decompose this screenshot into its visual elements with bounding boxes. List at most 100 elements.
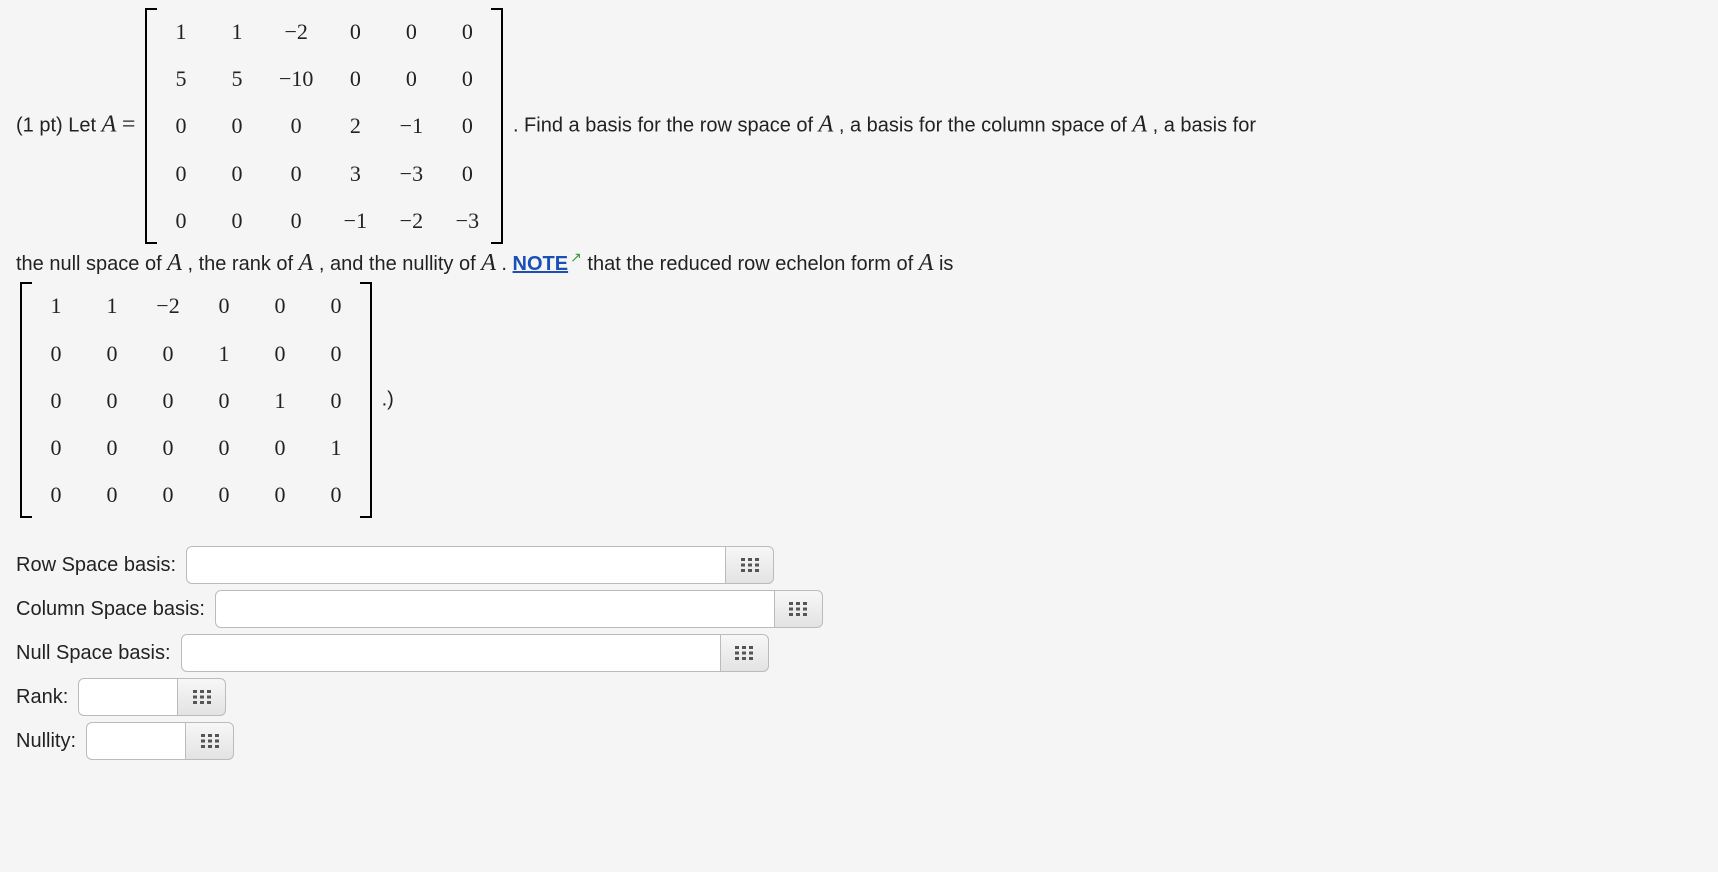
- col-space-keypad-button[interactable]: [775, 590, 823, 628]
- note-link-text: NOTE: [513, 253, 569, 275]
- matrix-cell: 0: [28, 471, 84, 518]
- matrix-cell: 1: [28, 282, 84, 329]
- matrix-cell: 0: [196, 377, 252, 424]
- var-A-3: A: [167, 250, 182, 276]
- matrix-cell: 0: [84, 424, 140, 471]
- matrix-cell: 0: [252, 330, 308, 377]
- rank-row: Rank:: [16, 678, 1702, 716]
- matrix-cell: 0: [265, 150, 327, 197]
- external-link-icon: ↗: [570, 249, 582, 265]
- matrix-cell: 0: [140, 424, 196, 471]
- matrix-cell: 0: [84, 377, 140, 424]
- matrix-cell: 0: [28, 424, 84, 471]
- matrix-cell: 1: [84, 282, 140, 329]
- matrix-cell: 0: [383, 55, 439, 102]
- null-space-row: Null Space basis:: [16, 634, 1702, 672]
- matrix-cell: 0: [140, 377, 196, 424]
- matrix-cell: 0: [153, 197, 209, 244]
- keypad-icon: [201, 734, 219, 748]
- matrix-cell: 3: [327, 150, 383, 197]
- matrix-cell: 0: [28, 377, 84, 424]
- nullity-input[interactable]: [86, 722, 186, 760]
- matrix-cell: 0: [252, 282, 308, 329]
- matrix-cell: 0: [209, 102, 265, 149]
- matrix-cell: 0: [308, 377, 364, 424]
- l2period: .: [501, 253, 512, 275]
- l2b: , the rank of: [187, 253, 298, 275]
- matrix-cell: 0: [439, 150, 495, 197]
- intro-comma: , a basis for the column space of: [839, 114, 1133, 136]
- matrix-rref: 11−2000000100000010000001000000: [20, 282, 372, 518]
- matrix-cell: 2: [327, 102, 383, 149]
- matrix-cell: 1: [209, 8, 265, 55]
- matrix-cell: 5: [153, 55, 209, 102]
- answers-section: Row Space basis: Column Space basis: Nul…: [16, 546, 1702, 760]
- matrix-cell: 1: [196, 330, 252, 377]
- matrix-cell: −3: [383, 150, 439, 197]
- keypad-icon: [193, 690, 211, 704]
- matrix-cell: 0: [252, 424, 308, 471]
- var-A-6: A: [919, 250, 934, 276]
- matrix-cell: 0: [196, 471, 252, 518]
- note-link[interactable]: NOTE: [513, 253, 569, 275]
- points-prefix: (1 pt) Let: [16, 114, 102, 136]
- intro-after-matrix: . Find a basis for the row space of: [513, 114, 819, 136]
- row-space-label: Row Space basis:: [16, 549, 176, 581]
- var-A-4: A: [299, 250, 314, 276]
- matrix-cell: −1: [327, 197, 383, 244]
- keypad-icon: [789, 602, 807, 616]
- matrix-cell: 0: [327, 8, 383, 55]
- var-A-2: A: [1132, 111, 1147, 137]
- rank-keypad-button[interactable]: [178, 678, 226, 716]
- matrix-cell: 0: [308, 330, 364, 377]
- matrix-cell: 0: [209, 197, 265, 244]
- col-space-row: Column Space basis:: [16, 590, 1702, 628]
- problem-line-2: the null space of A , the rank of A , an…: [16, 244, 1702, 282]
- l2-is: is: [939, 253, 953, 275]
- problem-line-1: (1 pt) Let A = 11−200055−100000002−10000…: [16, 8, 1702, 244]
- matrix-cell: 0: [439, 55, 495, 102]
- matrix-cell: 0: [153, 102, 209, 149]
- paren-close: .): [382, 389, 394, 411]
- matrix-cell: 0: [439, 102, 495, 149]
- nullity-keypad-button[interactable]: [186, 722, 234, 760]
- matrix-cell: −2: [140, 282, 196, 329]
- matrix-cell: −3: [439, 197, 495, 244]
- matrix-cell: 0: [153, 150, 209, 197]
- matrix-cell: 0: [308, 471, 364, 518]
- intro-end: , a basis for: [1153, 114, 1256, 136]
- matrix-cell: −1: [383, 102, 439, 149]
- row-space-keypad-button[interactable]: [726, 546, 774, 584]
- null-space-label: Null Space basis:: [16, 637, 171, 669]
- l2a: the null space of: [16, 253, 167, 275]
- matrix-cell: 0: [383, 8, 439, 55]
- matrix-cell: −2: [383, 197, 439, 244]
- matrix-cell: 0: [84, 471, 140, 518]
- matrix-cell: 0: [84, 330, 140, 377]
- col-space-input[interactable]: [215, 590, 775, 628]
- row-space-row: Row Space basis:: [16, 546, 1702, 584]
- matrix-cell: 5: [209, 55, 265, 102]
- matrix-cell: 1: [252, 377, 308, 424]
- matrix-cell: 0: [265, 102, 327, 149]
- matrix-cell: 0: [196, 282, 252, 329]
- problem-statement: (1 pt) Let A = 11−200055−100000002−10000…: [16, 8, 1702, 760]
- matrix-cell: 0: [252, 471, 308, 518]
- l2-after-note: that the reduced row echelon form of: [587, 253, 918, 275]
- var-A-eq: A =: [102, 111, 136, 137]
- keypad-icon: [735, 646, 753, 660]
- matrix-cell: 0: [439, 8, 495, 55]
- col-space-label: Column Space basis:: [16, 593, 205, 625]
- null-space-keypad-button[interactable]: [721, 634, 769, 672]
- l2c: , and the nullity of: [319, 253, 481, 275]
- matrix-cell: 1: [308, 424, 364, 471]
- matrix-cell: −2: [265, 8, 327, 55]
- row-space-input[interactable]: [186, 546, 726, 584]
- matrix-cell: 0: [209, 150, 265, 197]
- matrix-cell: 0: [308, 282, 364, 329]
- rank-input[interactable]: [78, 678, 178, 716]
- null-space-input[interactable]: [181, 634, 721, 672]
- rank-label: Rank:: [16, 681, 68, 713]
- matrix-cell: 0: [140, 330, 196, 377]
- nullity-row: Nullity:: [16, 722, 1702, 760]
